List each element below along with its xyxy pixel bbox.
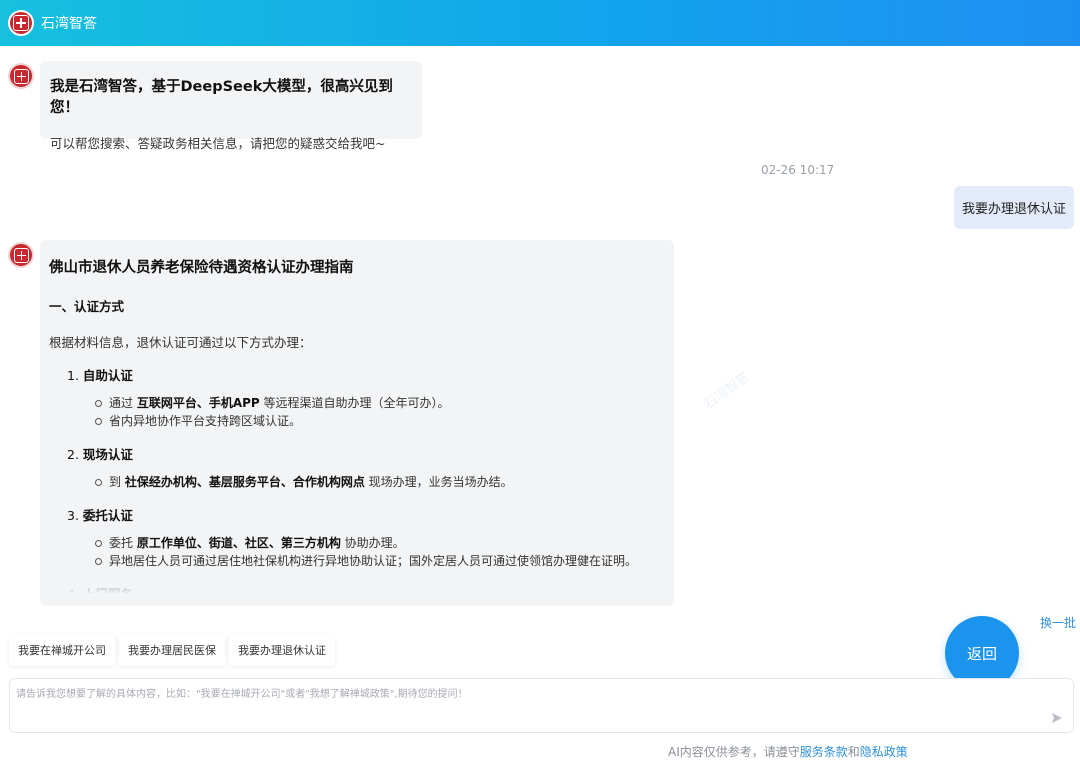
- method-heading: 3. 委托认证: [67, 505, 665, 524]
- method-heading: 2. 现场认证: [67, 444, 665, 463]
- bullet-bold-text: 社保经办机构、基层服务平台、合作机构网点: [124, 475, 365, 489]
- answer-intro: 根据材料信息，退休认证可通过以下方式办理：: [49, 335, 312, 350]
- method-item: 2. 现场认证到 社保经办机构、基层服务平台、合作机构网点 现场办理，业务当场办…: [67, 444, 665, 491]
- bullet-post-text: 协助办理。: [340, 536, 405, 550]
- answer-title: 佛山市退休人员养老保险待遇资格认证办理指南: [49, 260, 354, 276]
- scroll-fade: [40, 566, 674, 606]
- greeting-title: 我是石湾智答，基于DeepSeek大模型，很高兴见到您！: [50, 79, 393, 116]
- message-timestamp: 02-26 10:17: [761, 163, 835, 177]
- greeting-subtitle: 可以帮您搜索、答疑政务相关信息，请把您的疑惑交给我吧~: [50, 136, 386, 151]
- bullet-bold-text: 互联网平台、手机APP: [136, 396, 260, 410]
- bullet-item: 到 社保经办机构、基层服务平台、合作机构网点 现场办理，业务当场办结。: [95, 473, 665, 491]
- suggestion-chip[interactable]: 我要办理退休认证: [229, 634, 335, 666]
- suggestion-chip[interactable]: 我要在禅城开公司: [9, 634, 115, 666]
- greeting-bubble: 我是石湾智答，基于DeepSeek大模型，很高兴见到您！ 可以帮您搜索、答疑政务…: [40, 61, 422, 151]
- bullet-pre-text: 到: [109, 475, 125, 489]
- bullet-post-text: 等远程渠道自助办理（全年可办）。: [259, 396, 450, 410]
- privacy-link[interactable]: 隐私政策: [860, 745, 908, 759]
- terms-link[interactable]: 服务条款: [800, 745, 848, 759]
- app-logo: [8, 10, 34, 36]
- section-heading: 一、认证方式: [49, 299, 125, 314]
- method-number: 3.: [67, 508, 79, 523]
- footer-text: AI内容仅供参考，请遵守: [668, 745, 800, 759]
- app-title: 石湾智答: [41, 16, 97, 32]
- method-name: 现场认证: [82, 447, 133, 462]
- answer-bubble: 佛山市退休人员养老保险待遇资格认证办理指南 一、认证方式 根据材料信息，退休认证…: [40, 240, 674, 606]
- seal-icon: [13, 68, 29, 84]
- method-number: 2.: [67, 447, 79, 462]
- method-item: 3. 委托认证委托 原工作单位、街道、社区、第三方机构 协助办理。 异地居住人员可…: [67, 505, 665, 570]
- bullet-post-text: 现场办理，业务当场办结。: [364, 475, 513, 489]
- method-number: 1.: [67, 368, 79, 383]
- bullet-pre-text: 委托: [109, 536, 137, 550]
- seal-icon: [13, 247, 29, 263]
- method-name: 自助认证: [82, 368, 133, 383]
- bullet-pre-text: 省内异地协作平台支持跨区域认证。: [109, 414, 302, 428]
- bullet-bold-text: 原工作单位、街道、社区、第三方机构: [136, 536, 341, 550]
- send-icon[interactable]: [1051, 712, 1063, 724]
- method-item: 1. 自助认证通过 互联网平台、手机APP 等远程渠道自助办理（全年可办）。省内…: [67, 365, 665, 430]
- bullet-list: 到 社保经办机构、基层服务平台、合作机构网点 现场办理，业务当场办结。: [95, 473, 665, 491]
- watermark: 石湾智答: [701, 369, 753, 413]
- chat-input-box: [9, 678, 1074, 733]
- bullet-pre-text: 通过: [109, 396, 137, 410]
- bot-avatar: [8, 63, 34, 89]
- bullet-item: 委托 原工作单位、街道、社区、第三方机构 协助办理。: [95, 534, 665, 552]
- seal-icon: [13, 15, 29, 31]
- bullet-item: 通过 互联网平台、手机APP 等远程渠道自助办理（全年可办）。: [95, 394, 665, 412]
- refresh-suggestions-button[interactable]: 换一批: [1040, 614, 1076, 631]
- bot-avatar: [8, 242, 34, 268]
- bullet-item: 省内异地协作平台支持跨区域认证。: [95, 412, 665, 430]
- bullet-list: 委托 原工作单位、街道、社区、第三方机构 协助办理。 异地居住人员可通过居住地社保…: [95, 534, 665, 570]
- bullet-list: 通过 互联网平台、手机APP 等远程渠道自助办理（全年可办）。省内异地协作平台支…: [95, 394, 665, 430]
- chat-input[interactable]: [16, 685, 1036, 725]
- footer-and: 和: [847, 745, 860, 759]
- suggestion-chip[interactable]: 我要办理居民医保: [119, 634, 225, 666]
- method-heading: 1. 自助认证: [67, 365, 665, 384]
- app-header: 石湾智答: [0, 0, 1080, 46]
- method-name: 委托认证: [82, 508, 133, 523]
- footer-disclaimer: AI内容仅供参考，请遵守服务条款和隐私政策: [668, 743, 908, 760]
- user-message-bubble: 我要办理退休认证: [954, 186, 1074, 229]
